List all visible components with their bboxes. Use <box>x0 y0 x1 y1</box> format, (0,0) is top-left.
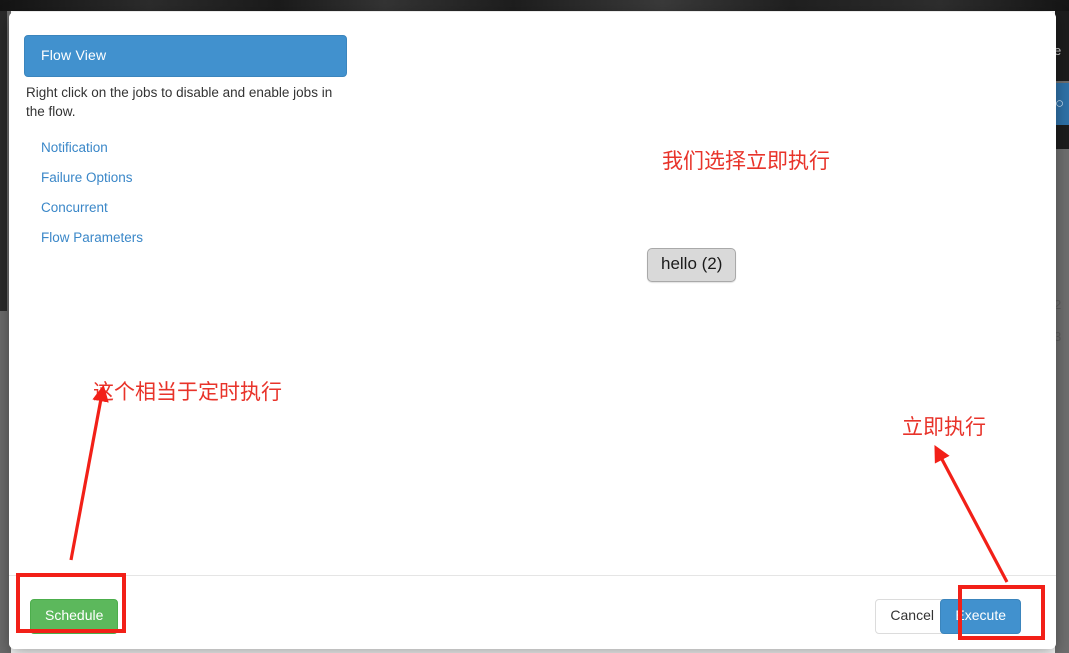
flow-options-links: Notification Failure Options Concurrent … <box>24 121 347 253</box>
sidebar-item-failure-options[interactable]: Failure Options <box>24 163 347 193</box>
backdrop-top-sheen <box>0 0 1069 11</box>
background-blue-button-icon: ○ <box>1055 95 1065 112</box>
flow-graph-canvas[interactable]: hello (2) <box>354 12 1056 575</box>
modal-footer: Schedule Cancel Execute <box>9 575 1056 649</box>
execute-flow-modal: Flow View Right click on the jobs to dis… <box>9 12 1056 649</box>
flow-node-hello[interactable]: hello (2) <box>647 248 737 282</box>
background-text-fragment-2: 2 <box>1054 298 1062 312</box>
flow-view-tab[interactable]: Flow View <box>24 35 347 77</box>
screen: ○ e 2 3 Flow View Right click on the job… <box>0 0 1069 653</box>
cancel-button[interactable]: Cancel <box>875 599 949 634</box>
schedule-button[interactable]: Schedule <box>30 599 119 634</box>
sidebar-item-notification[interactable]: Notification <box>24 133 347 163</box>
modal-body: Flow View Right click on the jobs to dis… <box>9 12 1056 575</box>
background-text-fragment-3: 3 <box>1054 330 1062 344</box>
execute-button[interactable]: Execute <box>940 599 1021 634</box>
backdrop-right-dark-lower <box>1055 125 1069 149</box>
sidebar-item-concurrent[interactable]: Concurrent <box>24 193 347 223</box>
flow-view-hint: Right click on the jobs to disable and e… <box>26 85 333 119</box>
backdrop-left-dark <box>0 11 7 311</box>
flow-options-panel: Flow View Right click on the jobs to dis… <box>24 35 347 253</box>
sidebar-item-flow-parameters[interactable]: Flow Parameters <box>24 223 347 253</box>
background-text-fragment-letter: e <box>1054 44 1062 58</box>
